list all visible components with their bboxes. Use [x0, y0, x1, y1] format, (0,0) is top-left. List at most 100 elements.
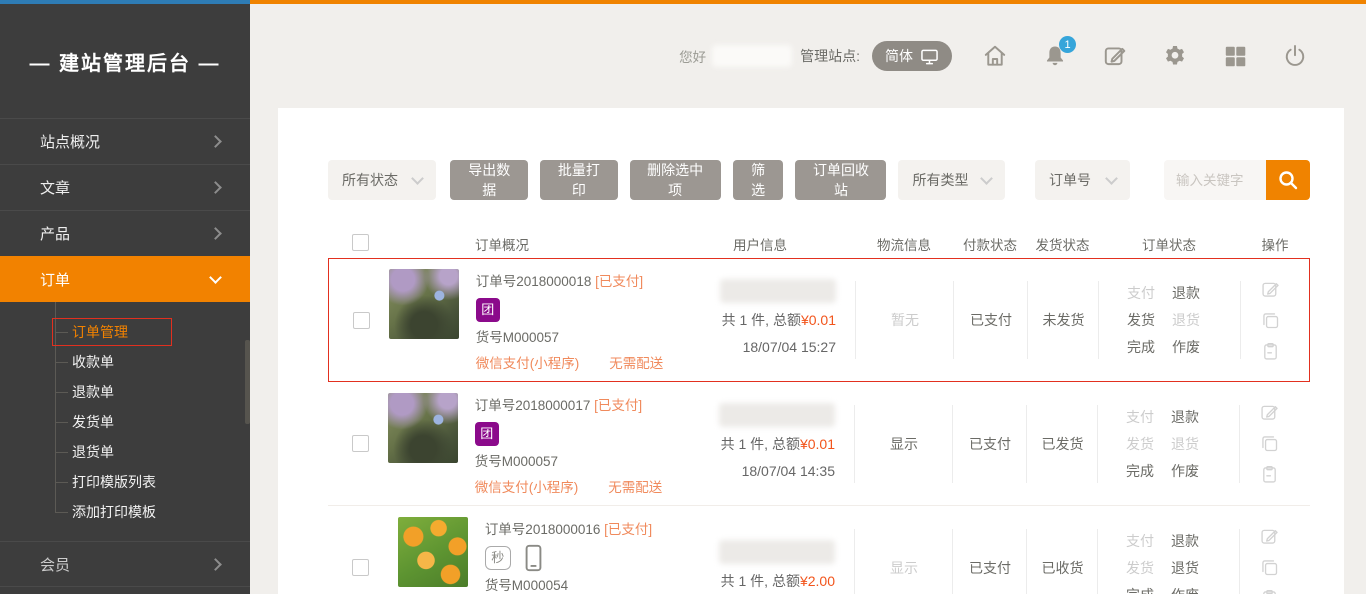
sidebar-item-label: 文章 — [40, 177, 70, 198]
order-type-badge: 秒 — [485, 546, 511, 570]
monitor-icon — [920, 48, 939, 65]
batch-print-button[interactable]: 批量打印 — [540, 160, 618, 200]
edit-order-icon[interactable] — [1259, 402, 1280, 423]
filter-button[interactable]: 筛选 — [733, 160, 784, 200]
logistics-value[interactable]: 显示 — [890, 434, 918, 454]
link-pay[interactable]: 支付 — [1126, 407, 1171, 427]
sidebar-item-members[interactable]: 会员 — [0, 541, 250, 587]
sidebar-item-orders[interactable]: 订单 — [0, 256, 250, 302]
sidebar-item-label: 站点概况 — [40, 131, 100, 152]
notification-badge: 1 — [1059, 36, 1076, 53]
clipboard-note-icon[interactable] — [1259, 588, 1280, 594]
select-all-checkbox[interactable] — [352, 234, 369, 251]
row-checkbox[interactable] — [352, 435, 369, 452]
link-refund[interactable]: 退款 — [1172, 283, 1217, 303]
redacted-customer-name — [719, 403, 835, 427]
product-image — [388, 393, 458, 463]
submenu-item-shipping-orders[interactable]: 发货单 — [0, 407, 250, 437]
link-pay[interactable]: 支付 — [1127, 283, 1172, 303]
greeting-text: 您好 — [679, 46, 706, 66]
edit-order-icon[interactable] — [1259, 526, 1280, 547]
header-logistics: 物流信息 — [855, 234, 953, 254]
link-return[interactable]: 退货 — [1171, 434, 1216, 454]
submenu-item-refund-orders[interactable]: 退款单 — [0, 377, 250, 407]
order-total-label: 共 1 件, 总额 — [721, 436, 800, 452]
status-filter-select[interactable]: 所有状态 — [328, 160, 436, 200]
language-label: 简体 — [885, 46, 913, 66]
home-icon[interactable] — [982, 43, 1008, 69]
delete-selected-button[interactable]: 删除选中项 — [630, 160, 721, 200]
logistics-value[interactable]: 暂无 — [891, 310, 919, 330]
sidebar-item-articles[interactable]: 文章 — [0, 164, 250, 210]
apps-grid-icon[interactable] — [1222, 43, 1248, 69]
edit-order-icon[interactable] — [1260, 279, 1281, 300]
export-data-button[interactable]: 导出数据 — [450, 160, 528, 200]
link-pay[interactable]: 支付 — [1126, 531, 1171, 551]
link-refund[interactable]: 退款 — [1171, 531, 1216, 551]
chevron-down-icon — [1105, 172, 1118, 185]
order-type-badge: 团 — [476, 298, 500, 322]
clipboard-note-icon[interactable] — [1259, 464, 1280, 485]
app-logo: — 建站管理后台 — — [0, 4, 250, 118]
submenu-item-label: 退款单 — [72, 382, 114, 402]
settings-gear-icon[interactable] — [1162, 43, 1188, 69]
sidebar-item-site-overview[interactable]: 站点概况 — [0, 118, 250, 164]
header-order-status: 订单状态 — [1098, 234, 1240, 254]
submenu-item-print-template-list[interactable]: 打印模版列表 — [0, 467, 250, 497]
status-filter-value: 所有状态 — [342, 170, 398, 190]
paid-tag: [已支付] — [604, 522, 652, 537]
table-header: 订单概况 用户信息 物流信息 付款状态 发货状态 订单状态 操作 — [328, 230, 1310, 258]
row-checkbox[interactable] — [352, 559, 369, 576]
link-complete[interactable]: 完成 — [1127, 337, 1172, 357]
compose-edit-icon[interactable] — [1102, 43, 1128, 69]
clipboard-note-icon[interactable] — [1260, 341, 1281, 362]
logistics-value[interactable]: 显示 — [890, 558, 918, 578]
paid-tag: [已支付] — [594, 398, 642, 413]
row-checkbox[interactable] — [353, 312, 370, 329]
sidebar-scrollbar[interactable] — [245, 340, 250, 424]
link-ship[interactable]: 发货 — [1126, 558, 1171, 578]
header-actions: 操作 — [1240, 234, 1310, 254]
link-void[interactable]: 作废 — [1171, 461, 1216, 481]
chevron-right-icon — [209, 558, 222, 571]
submenu-item-order-management[interactable]: 订单管理 — [0, 317, 250, 347]
link-ship[interactable]: 发货 — [1126, 434, 1171, 454]
redacted-customer-name — [719, 540, 835, 564]
type-filter-select[interactable]: 所有类型 — [898, 160, 1005, 200]
submenu-item-label: 发货单 — [72, 412, 114, 432]
submenu-item-receipts[interactable]: 收款单 — [0, 347, 250, 377]
language-switch-button[interactable]: 简体 — [872, 41, 952, 71]
delivery-method: 无需配送 — [608, 480, 662, 495]
link-void[interactable]: 作废 — [1172, 337, 1217, 357]
order-number: 订单号2018000017 — [475, 398, 591, 413]
submenu-item-add-print-template[interactable]: 添加打印模板 — [0, 497, 250, 527]
copy-order-icon[interactable] — [1259, 557, 1280, 578]
payment-method: 微信支付(小程序) — [476, 356, 580, 371]
keyword-input[interactable] — [1164, 160, 1266, 200]
submenu-item-return-orders[interactable]: 退货单 — [0, 437, 250, 467]
order-total-value: ¥0.01 — [800, 436, 835, 452]
keyword-search-group — [1164, 160, 1310, 200]
copy-order-icon[interactable] — [1259, 433, 1280, 454]
search-field-select[interactable]: 订单号 — [1035, 160, 1130, 200]
link-return[interactable]: 退货 — [1172, 310, 1217, 330]
phone-icon — [525, 544, 542, 572]
search-button[interactable] — [1266, 160, 1310, 200]
redacted-customer-name — [720, 279, 836, 303]
link-return[interactable]: 退货 — [1171, 558, 1216, 578]
logout-power-icon[interactable] — [1282, 43, 1308, 69]
header-payment-status: 付款状态 — [953, 234, 1027, 254]
order-number: 订单号2018000016 — [485, 522, 601, 537]
notifications-bell-icon[interactable]: 1 — [1042, 43, 1068, 69]
payment-status-value: 已支付 — [970, 310, 1012, 330]
link-ship[interactable]: 发货 — [1127, 310, 1172, 330]
link-refund[interactable]: 退款 — [1171, 407, 1216, 427]
link-complete[interactable]: 完成 — [1126, 585, 1171, 594]
copy-order-icon[interactable] — [1260, 310, 1281, 331]
chevron-right-icon — [209, 181, 222, 194]
sidebar-item-products[interactable]: 产品 — [0, 210, 250, 256]
link-void[interactable]: 作废 — [1171, 585, 1216, 594]
chevron-down-icon — [209, 271, 222, 284]
order-recycle-bin-button[interactable]: 订单回收站 — [795, 160, 886, 200]
link-complete[interactable]: 完成 — [1126, 461, 1171, 481]
